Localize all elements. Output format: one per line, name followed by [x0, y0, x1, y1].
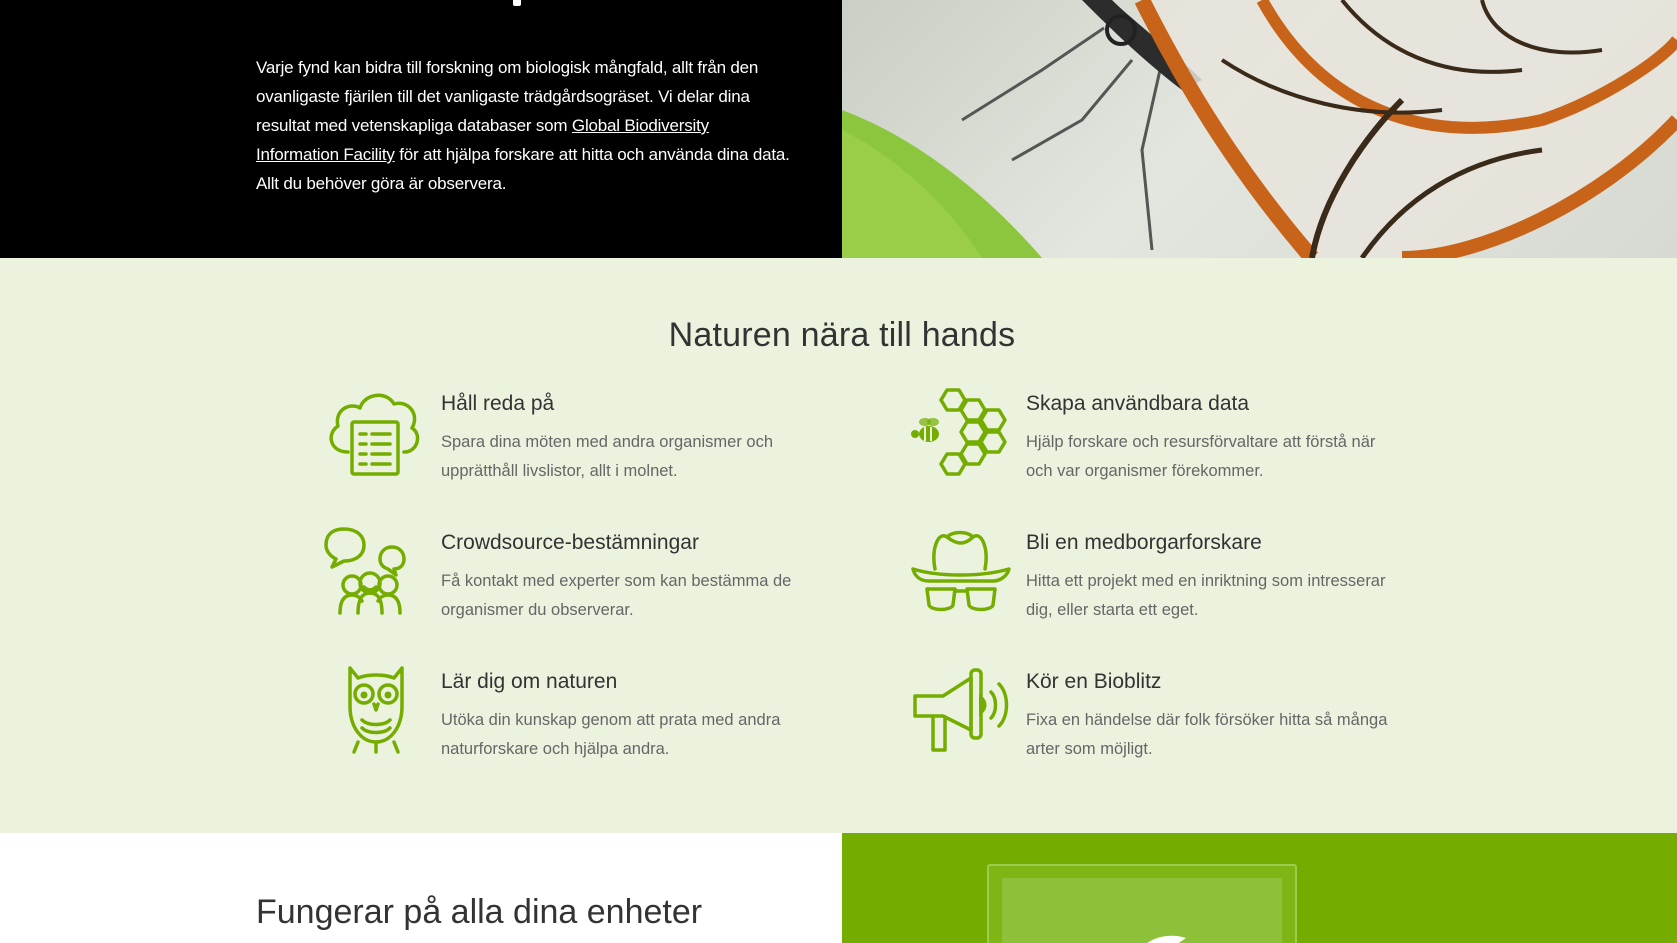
devices-text-panel: Fungerar på alla dina enheter [0, 833, 842, 943]
feature-crowdsource: Crowdsource-bestämningar Få kontakt med … [324, 527, 884, 647]
feature-description: Fixa en händelse där folk försöker hitta… [1026, 711, 1388, 758]
people-chat-icon [324, 527, 406, 615]
features-heading: Naturen nära till hands [668, 316, 1016, 354]
megaphone-icon [913, 668, 1009, 752]
feature-description: Hitta ett projekt med en inriktning som … [1026, 572, 1386, 619]
hero-paragraph: Varje fynd kan bidra till forskning om b… [256, 53, 792, 198]
hero-section: Varje fynd kan bidra till forskning om b… [0, 0, 1677, 258]
hero-text-panel: Varje fynd kan bidra till forskning om b… [0, 0, 842, 258]
cloud-list-icon [329, 393, 420, 476]
butterfly-illustration [842, 0, 1677, 258]
feature-useful-data: Skapa användbara data Hjälp forskare och… [909, 388, 1469, 508]
hero-title-fragment [513, 0, 521, 6]
feature-description: Få kontakt med experter som kan bestämma… [441, 572, 792, 619]
tablet-frame [987, 864, 1297, 943]
tablet-screen [1002, 878, 1282, 943]
leaf-logo-icon [1147, 935, 1186, 943]
butterfly-photo [842, 0, 1677, 258]
devices-heading: Fungerar på alla dina enheter [256, 893, 703, 931]
feature-title: Lär dig om naturen [441, 670, 618, 693]
feature-learn-nature: Lär dig om naturen Utöka din kunskap gen… [324, 666, 884, 786]
devices-illustration-panel [842, 833, 1677, 943]
feature-title: Kör en Bioblitz [1026, 670, 1162, 693]
feature-title: Håll reda på [441, 392, 555, 415]
feature-citizen-scientist: Bli en medborgarforskare Hitta ett proje… [909, 527, 1469, 647]
features-section: Naturen nära till hands Håll reda på Spa… [0, 258, 1677, 833]
devices-section: Fungerar på alla dina enheter [0, 833, 1677, 943]
feature-description: Hjälp forskare och resursförvaltare att … [1026, 433, 1376, 480]
owl-icon [348, 666, 404, 754]
feature-title: Bli en medborgarforskare [1026, 531, 1262, 554]
feature-title: Crowdsource-bestämningar [441, 531, 699, 554]
feature-bioblitz: Kör en Bioblitz Fixa en händelse där fol… [909, 666, 1469, 786]
feature-description: Utöka din kunskap genom att prata med an… [441, 711, 781, 758]
feature-description: Spara dina möten med andra organismer oc… [441, 433, 774, 480]
bee-honeycomb-icon [911, 388, 1007, 476]
feature-keep-track: Håll reda på Spara dina möten med andra … [324, 388, 884, 508]
feature-title: Skapa användbara data [1026, 392, 1250, 415]
explorer-hat-icon [911, 530, 1011, 612]
